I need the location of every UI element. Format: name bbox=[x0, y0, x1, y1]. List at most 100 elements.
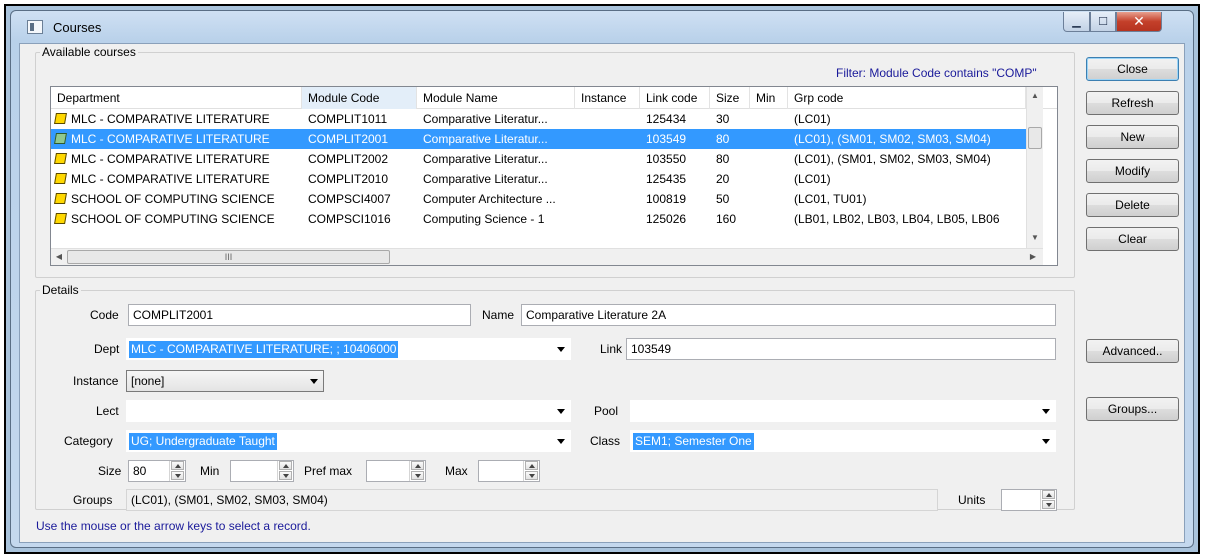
spin-up-icon[interactable] bbox=[171, 461, 184, 470]
horizontal-scrollbar[interactable]: ◀ III ▶ bbox=[51, 248, 1043, 265]
prefmax-spinner[interactable] bbox=[366, 460, 426, 482]
max-spinner[interactable] bbox=[478, 460, 540, 482]
col-module-name[interactable]: Module Name bbox=[417, 87, 575, 109]
chevron-down-icon[interactable] bbox=[1041, 436, 1051, 446]
table-cell: MLC - COMPARATIVE LITERATURE bbox=[71, 152, 270, 166]
pool-select[interactable] bbox=[630, 400, 1056, 422]
col-grp-code[interactable]: Grp code bbox=[788, 87, 1026, 109]
category-select[interactable]: UG; Undergraduate Taught bbox=[126, 430, 571, 452]
chevron-down-icon[interactable] bbox=[1041, 406, 1051, 416]
name-input[interactable]: Comparative Literature 2A bbox=[521, 304, 1056, 326]
close-button[interactable]: Close bbox=[1086, 57, 1179, 81]
scroll-up-icon[interactable]: ▲ bbox=[1027, 91, 1043, 100]
col-module-code[interactable]: Module Code bbox=[302, 87, 417, 109]
chevron-down-icon[interactable] bbox=[556, 344, 566, 354]
minimize-button[interactable]: ▁ bbox=[1063, 12, 1090, 32]
code-label: Code bbox=[90, 308, 119, 322]
clear-button[interactable]: Clear bbox=[1086, 227, 1179, 251]
table-row[interactable]: MLC - COMPARATIVE LITERATURE COMPLIT2002 C… bbox=[51, 149, 1026, 169]
table-cell: 103549 bbox=[646, 132, 687, 146]
spin-up-icon[interactable] bbox=[525, 461, 538, 470]
table-cell: 20 bbox=[716, 172, 730, 186]
scroll-down-icon[interactable]: ▼ bbox=[1027, 233, 1043, 242]
table-row[interactable]: MLC - COMPARATIVE LITERATURE COMPLIT2001 C… bbox=[51, 129, 1026, 149]
table-row[interactable]: SCHOOL OF COMPUTING SCIENCE COMPSCI4007 Co… bbox=[51, 189, 1026, 209]
title-bar[interactable]: Courses ▁ ☐ ✕ bbox=[11, 11, 1193, 43]
scroll-right-icon[interactable]: ▶ bbox=[1027, 252, 1039, 261]
delete-button[interactable]: Delete bbox=[1086, 193, 1179, 217]
class-select[interactable]: SEM1; Semester One bbox=[630, 430, 1056, 452]
spin-up-icon[interactable] bbox=[279, 461, 292, 470]
col-link-code[interactable]: Link code bbox=[640, 87, 710, 109]
maximize-button[interactable]: ☐ bbox=[1090, 12, 1116, 32]
size-spinner[interactable]: 80 bbox=[128, 460, 186, 482]
table-cell: 103550 bbox=[646, 152, 687, 166]
class-label: Class bbox=[590, 434, 621, 448]
scroll-left-icon[interactable]: ◀ bbox=[53, 252, 65, 261]
size-label: Size bbox=[98, 464, 122, 478]
col-department[interactable]: Department bbox=[51, 87, 302, 109]
status-message: Use the mouse or the arrow keys to selec… bbox=[36, 519, 311, 533]
table-cell bbox=[575, 169, 640, 189]
table-cell bbox=[575, 189, 640, 209]
table-cell: Computing Science - 1 bbox=[423, 212, 545, 226]
window-title: Courses bbox=[53, 20, 102, 35]
size-value: 80 bbox=[133, 464, 147, 478]
dept-select[interactable]: MLC - COMPARATIVE LITERATURE; ; 10406000 bbox=[126, 338, 571, 360]
table-cell bbox=[750, 129, 788, 149]
spin-up-icon[interactable] bbox=[411, 461, 424, 470]
code-input[interactable]: COMPLIT2001 bbox=[128, 304, 471, 326]
hscroll-thumb[interactable]: III bbox=[67, 250, 390, 264]
table-cell: Comparative Literatur... bbox=[423, 152, 548, 166]
chevron-down-icon[interactable] bbox=[556, 436, 566, 446]
prefmax-label: Pref max bbox=[304, 464, 353, 478]
vertical-scrollbar[interactable]: ▲ ▼ bbox=[1026, 87, 1043, 248]
table-cell: SCHOOL OF COMPUTING SCIENCE bbox=[71, 212, 275, 226]
col-min[interactable]: Min bbox=[750, 87, 788, 109]
modify-button[interactable]: Modify bbox=[1086, 159, 1179, 183]
close-icon: ✕ bbox=[1133, 13, 1145, 29]
link-label: Link bbox=[600, 342, 623, 356]
table-cell: (LC01) bbox=[794, 112, 831, 126]
close-window-button[interactable]: ✕ bbox=[1116, 12, 1162, 32]
advanced-button[interactable]: Advanced.. bbox=[1086, 339, 1179, 363]
category-label: Category bbox=[64, 434, 113, 448]
instance-label: Instance bbox=[73, 374, 119, 388]
table-row[interactable]: SCHOOL OF COMPUTING SCIENCE COMPSCI1016 Co… bbox=[51, 209, 1026, 229]
spin-up-icon[interactable] bbox=[1042, 490, 1055, 499]
col-size[interactable]: Size bbox=[710, 87, 750, 109]
new-button[interactable]: New bbox=[1086, 125, 1179, 149]
spin-down-icon[interactable] bbox=[171, 471, 184, 480]
spin-down-icon[interactable] bbox=[1042, 500, 1055, 509]
chevron-down-icon[interactable] bbox=[556, 406, 566, 416]
table-row[interactable]: MLC - COMPARATIVE LITERATURE COMPLIT1011 C… bbox=[51, 109, 1026, 129]
instance-select[interactable]: [none] bbox=[126, 370, 324, 392]
table-row[interactable]: MLC - COMPARATIVE LITERATURE COMPLIT2010 C… bbox=[51, 169, 1026, 189]
table-cell bbox=[575, 109, 640, 129]
lect-select[interactable] bbox=[126, 400, 571, 422]
chevron-down-icon[interactable] bbox=[309, 376, 319, 386]
dept-label: Dept bbox=[94, 342, 120, 356]
groups-field: (LC01), (SM01, SM02, SM03, SM04) bbox=[126, 489, 938, 511]
units-spinner[interactable] bbox=[1001, 489, 1057, 511]
table-cell: 30 bbox=[716, 112, 730, 126]
table-cell: 125026 bbox=[646, 212, 687, 226]
table-cell bbox=[750, 169, 788, 189]
pool-label: Pool bbox=[594, 404, 619, 418]
available-courses-label: Available courses bbox=[40, 45, 138, 59]
max-label: Max bbox=[445, 464, 468, 478]
table-cell: Comparative Literatur... bbox=[423, 172, 548, 186]
link-input[interactable]: 103549 bbox=[626, 338, 1056, 360]
table-cell bbox=[750, 149, 788, 169]
table-cell: 125434 bbox=[646, 112, 687, 126]
spin-down-icon[interactable] bbox=[411, 471, 424, 480]
courses-list[interactable]: Department Module Code Module Name Insta… bbox=[50, 86, 1058, 266]
col-instance[interactable]: Instance bbox=[575, 87, 640, 109]
groups-button[interactable]: Groups... bbox=[1086, 397, 1179, 421]
refresh-button[interactable]: Refresh bbox=[1086, 91, 1179, 115]
min-spinner[interactable] bbox=[230, 460, 294, 482]
scroll-thumb[interactable] bbox=[1028, 127, 1042, 149]
spin-down-icon[interactable] bbox=[525, 471, 538, 480]
table-cell bbox=[750, 189, 788, 209]
spin-down-icon[interactable] bbox=[279, 471, 292, 480]
